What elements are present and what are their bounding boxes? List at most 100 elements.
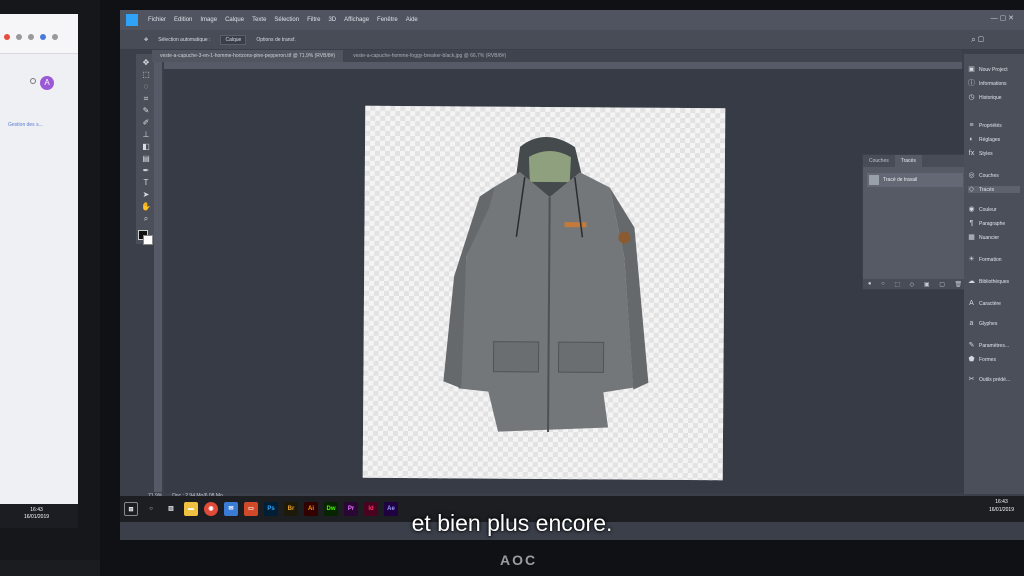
left-monitor: A Gestion des s... 16:43 16/01/2019 (0, 0, 112, 560)
properties-icon: ≡ (969, 122, 974, 129)
panel-label: Outils prédé... (979, 376, 1011, 383)
menu-3d[interactable]: 3D (328, 17, 336, 23)
tab-icon[interactable] (28, 34, 34, 40)
tab-icon[interactable] (40, 34, 46, 40)
tab-traces[interactable]: Tracés (894, 155, 922, 167)
panel-formation[interactable]: ☀ Formation (968, 256, 1001, 263)
panel-label: Glyphes (979, 320, 998, 327)
stamp-tool-icon[interactable]: ⊥ (141, 130, 151, 140)
panel-label: Caractère (979, 300, 1001, 307)
zoom-tool-icon[interactable]: ⌕ (141, 214, 151, 224)
auto-select-checkbox[interactable]: Sélection automatique : (158, 37, 210, 43)
panel-caractere[interactable]: A Caractère (968, 300, 1001, 307)
menu-edition[interactable]: Edition (174, 17, 192, 23)
panel-outils-predefinis[interactable]: ✂ Outils prédé... (968, 376, 1011, 383)
menu-affichage[interactable]: Affichage (344, 17, 369, 23)
status-icon[interactable] (30, 78, 36, 84)
hand-tool-icon[interactable]: ✋ (141, 202, 151, 212)
video-subtitle: et bien plus encore. (411, 510, 613, 536)
document-tab-active[interactable]: veste-a-capuche-3-en-1-homme-horizons-pi… (152, 50, 344, 62)
background-color-swatch[interactable] (143, 235, 153, 245)
panel-paragraphe[interactable]: ¶ Paragraphe (968, 220, 1006, 227)
canvas-area[interactable] (164, 69, 964, 493)
crop-tool-icon[interactable]: ⌗ (141, 94, 151, 104)
transform-controls-checkbox[interactable]: Options de transf. (256, 37, 295, 43)
panel-couleur[interactable]: ◉ Couleur (968, 206, 997, 213)
panel-proprietes[interactable]: ≡ Propriétés (968, 122, 1002, 129)
search-icon[interactable]: ⌕ ▢ (971, 35, 984, 45)
panel-parametres[interactable]: ✎ Paramètres... (968, 342, 1009, 349)
panel-label: Paragraphe (979, 220, 1006, 227)
fill-path-icon[interactable]: ● (868, 281, 872, 287)
panel-label: Historique (979, 94, 1002, 101)
character-icon: A (969, 300, 974, 307)
menu-filtre[interactable]: Filtre (307, 17, 320, 23)
panel-nuancier[interactable]: ▦ Nuancier (968, 234, 999, 241)
color-icon: ◉ (968, 206, 975, 213)
menu-aide[interactable]: Aide (406, 17, 418, 23)
panel-informations[interactable]: ⓘ Informations (968, 80, 1007, 87)
document-canvas[interactable] (362, 105, 726, 481)
panel-couches[interactable]: ◎ Couches (968, 172, 998, 179)
path-select-tool-icon[interactable]: ➤ (141, 190, 151, 200)
delete-path-icon[interactable]: 🗑 (955, 281, 963, 288)
eyedropper-tool-icon[interactable]: ✎ (141, 106, 151, 116)
add-mask-icon[interactable]: ▣ (924, 281, 930, 288)
load-selection-icon[interactable]: ⬚ (894, 281, 900, 288)
avatar[interactable]: A (40, 76, 54, 90)
move-tool-icon[interactable]: ✥ (144, 37, 148, 43)
make-path-icon[interactable]: ◇ (910, 281, 915, 288)
panel-glyphes[interactable]: a Glyphes (968, 320, 998, 327)
menu-texte[interactable]: Texte (252, 17, 266, 23)
eraser-tool-icon[interactable]: ◧ (141, 142, 151, 152)
browser-toolbar (0, 14, 78, 54)
layer-select-dropdown[interactable]: Calque (220, 34, 247, 45)
text-tool-icon[interactable]: T (141, 178, 151, 188)
learn-icon: ☀ (968, 256, 975, 263)
panel-nouv-project[interactable]: ▣ Nouv Project (968, 66, 1007, 73)
sidebar-link[interactable]: Gestion des s... (8, 122, 43, 128)
panel-label: Couleur (979, 206, 997, 213)
horizontal-ruler (164, 62, 962, 69)
jacket-image (443, 137, 649, 433)
new-path-icon[interactable]: ▢ (939, 281, 945, 288)
menu-selection[interactable]: Sélection (274, 17, 299, 23)
color-swatches[interactable] (138, 230, 154, 245)
panel-label: Propriétés (979, 122, 1002, 129)
shapes-icon: ⬟ (968, 356, 975, 363)
clock-time: 16:43 (995, 499, 1008, 505)
stroke-path-icon[interactable]: ○ (881, 281, 885, 287)
vertical-ruler (154, 62, 162, 492)
document-tab[interactable]: veste-a-capuche-homme-foggy-breaker-blac… (345, 50, 515, 62)
channels-icon: ◎ (968, 172, 975, 179)
menu-fichier[interactable]: Fichier (148, 17, 166, 23)
path-item[interactable]: Tracé de travail (867, 173, 963, 187)
window-controls[interactable]: — ▢ ✕ (991, 14, 1014, 22)
menu-calque[interactable]: Calque (225, 17, 244, 23)
panel-label: Réglages (979, 136, 1001, 143)
panel-styles[interactable]: fx Styles (968, 150, 993, 157)
menu-fenetre[interactable]: Fenêtre (377, 17, 398, 23)
panel-formes[interactable]: ⬟ Formes (968, 356, 996, 363)
panel-reglages[interactable]: ◐ Réglages (968, 136, 1000, 143)
panel-traces[interactable]: ◇ Tracés (968, 186, 1020, 193)
brush-tool-icon[interactable]: ✐ (141, 118, 151, 128)
gradient-tool-icon[interactable]: ▤ (141, 154, 151, 164)
pen-tool-icon[interactable]: ✒ (141, 166, 151, 176)
panel-historique[interactable]: ◷ Historique (968, 94, 1002, 101)
tab-couches[interactable]: Couches (863, 155, 895, 167)
document-tabs: veste-a-capuche-3-en-1-homme-horizons-pi… (152, 50, 962, 62)
tab-icon[interactable] (16, 34, 22, 40)
panel-bibliotheques[interactable]: ☁ Bibliothèques (968, 278, 1009, 285)
tab-icon[interactable] (4, 34, 10, 40)
traces-panel-tabs: Couches Tracés (863, 155, 965, 167)
marquee-tool-icon[interactable]: ⬚ (141, 70, 151, 80)
menu-image[interactable]: Image (200, 17, 217, 23)
panel-label: Informations (979, 80, 1007, 87)
panel-label: Nuancier (979, 234, 1000, 241)
tab-icon[interactable] (52, 34, 58, 40)
monitor-brand-logo: AOC (500, 552, 538, 568)
move-tool-icon[interactable]: ✥ (141, 58, 151, 68)
lasso-tool-icon[interactable]: ◌ (141, 82, 151, 92)
libraries-icon: ☁ (968, 278, 975, 285)
